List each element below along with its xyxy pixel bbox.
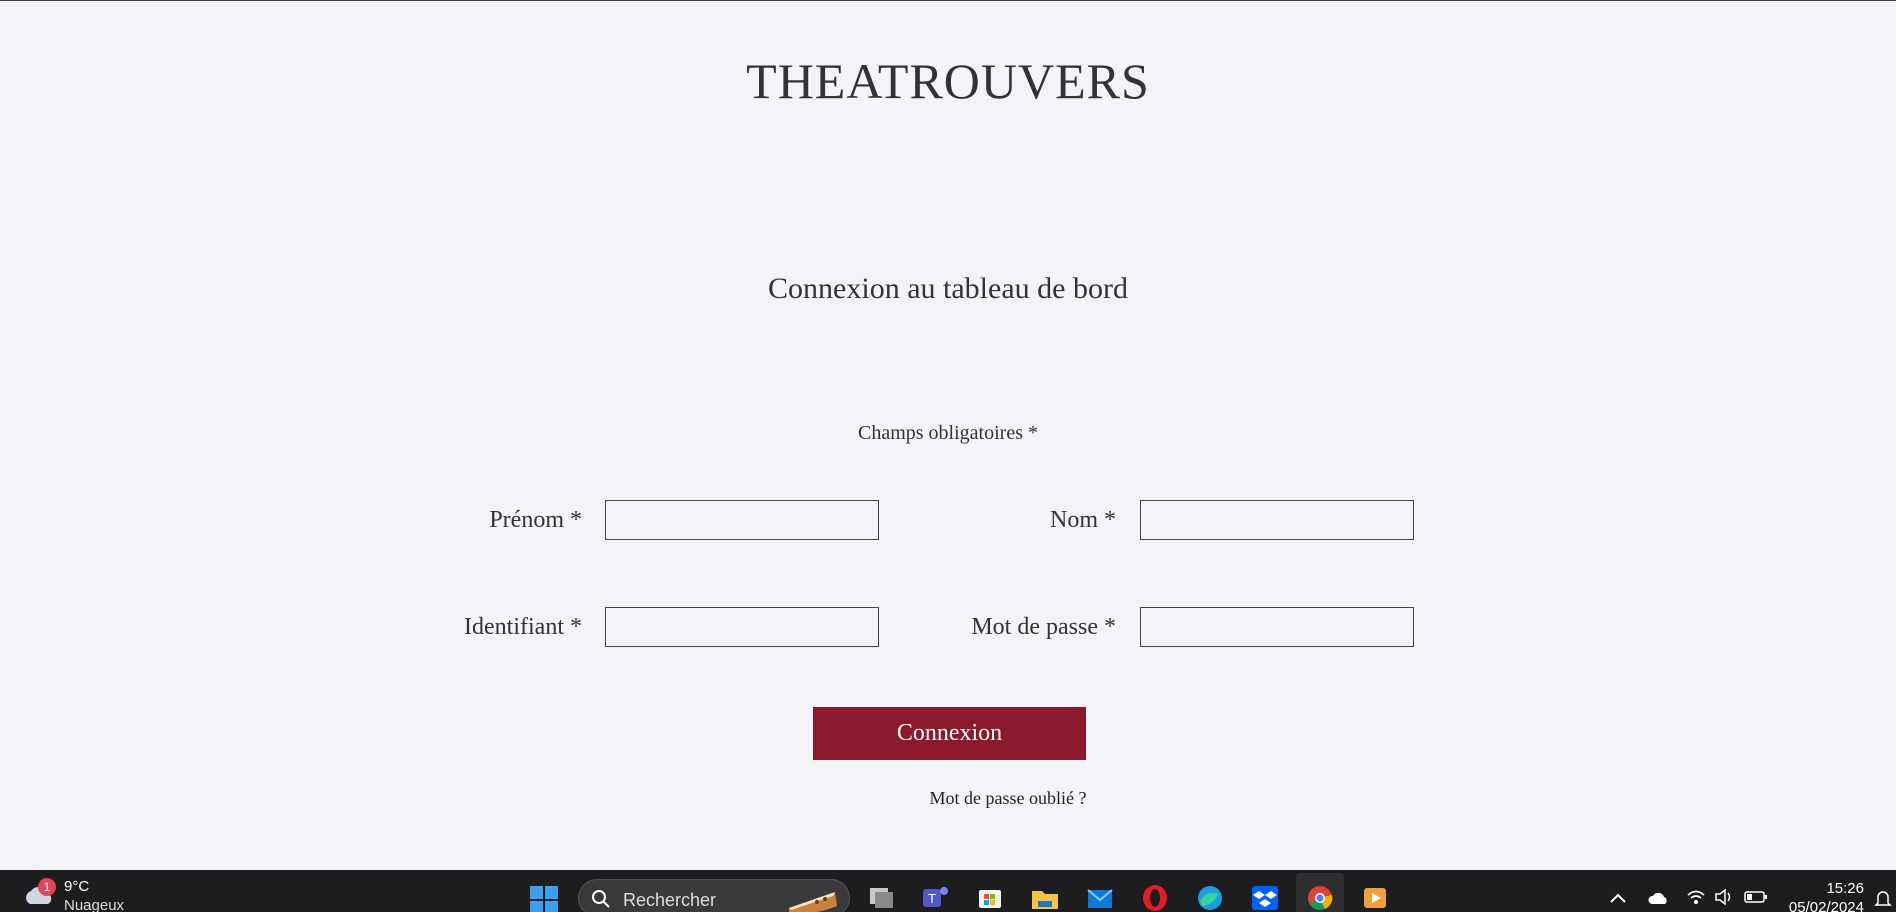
mot-de-passe-input[interactable] — [1140, 607, 1414, 647]
prenom-label: Prénom * — [489, 507, 582, 533]
battery-icon[interactable] — [1744, 890, 1768, 904]
teams-icon[interactable]: T — [920, 882, 950, 912]
site-title: THEATROUVERS — [746, 53, 1150, 109]
opera-icon[interactable] — [1140, 882, 1170, 912]
onedrive-icon[interactable] — [1648, 890, 1670, 906]
microsoft-store-icon[interactable] — [975, 882, 1005, 912]
page-subtitle: Connexion au tableau de bord — [768, 272, 1128, 305]
chrome-icon[interactable] — [1305, 882, 1335, 912]
search-placeholder: Rechercher — [623, 890, 717, 910]
connexion-button[interactable]: Connexion — [813, 707, 1086, 760]
search-highlight-icon — [789, 892, 837, 912]
windows-start-icon[interactable] — [529, 885, 559, 912]
wifi-icon[interactable] — [1686, 888, 1706, 906]
media-player-icon[interactable] — [1360, 882, 1390, 912]
dropbox-icon[interactable] — [1250, 882, 1280, 912]
volume-icon[interactable] — [1714, 888, 1734, 906]
weather-badge: 1 — [38, 878, 56, 896]
search-icon — [592, 890, 610, 908]
identifiant-input[interactable] — [605, 607, 879, 647]
nom-input[interactable] — [1140, 500, 1414, 540]
nom-label: Nom * — [1050, 507, 1116, 533]
weather-description: Nuageux — [64, 897, 125, 912]
edge-icon[interactable] — [1195, 882, 1225, 912]
task-view-icon[interactable] — [866, 882, 896, 912]
svg-text:T: T — [928, 891, 936, 906]
forgot-password-link[interactable]: Mot de passe oublié ? — [900, 786, 1116, 810]
chevron-up-icon[interactable] — [1609, 892, 1627, 904]
top-border — [0, 0, 1896, 1]
mot-de-passe-label: Mot de passe * — [971, 614, 1116, 640]
notifications-icon[interactable] — [1874, 889, 1892, 909]
identifiant-label: Identifiant * — [464, 614, 582, 640]
weather-temperature: 9°C — [64, 878, 90, 895]
clock-date: 05/02/2024 — [1788, 899, 1864, 912]
weather-widget[interactable]: 1 9°C Nuageux — [14, 870, 134, 912]
prenom-input[interactable] — [605, 500, 879, 540]
required-fields-note: Champs obligatoires * — [858, 422, 1038, 444]
mail-icon[interactable] — [1085, 882, 1115, 912]
taskbar: 1 9°C Nuageux Rechercher T 15:26 05/02/2… — [0, 870, 1896, 912]
clock-time: 15:26 — [1826, 880, 1864, 897]
file-explorer-icon[interactable] — [1030, 882, 1060, 912]
taskbar-search[interactable]: Rechercher — [578, 879, 850, 912]
